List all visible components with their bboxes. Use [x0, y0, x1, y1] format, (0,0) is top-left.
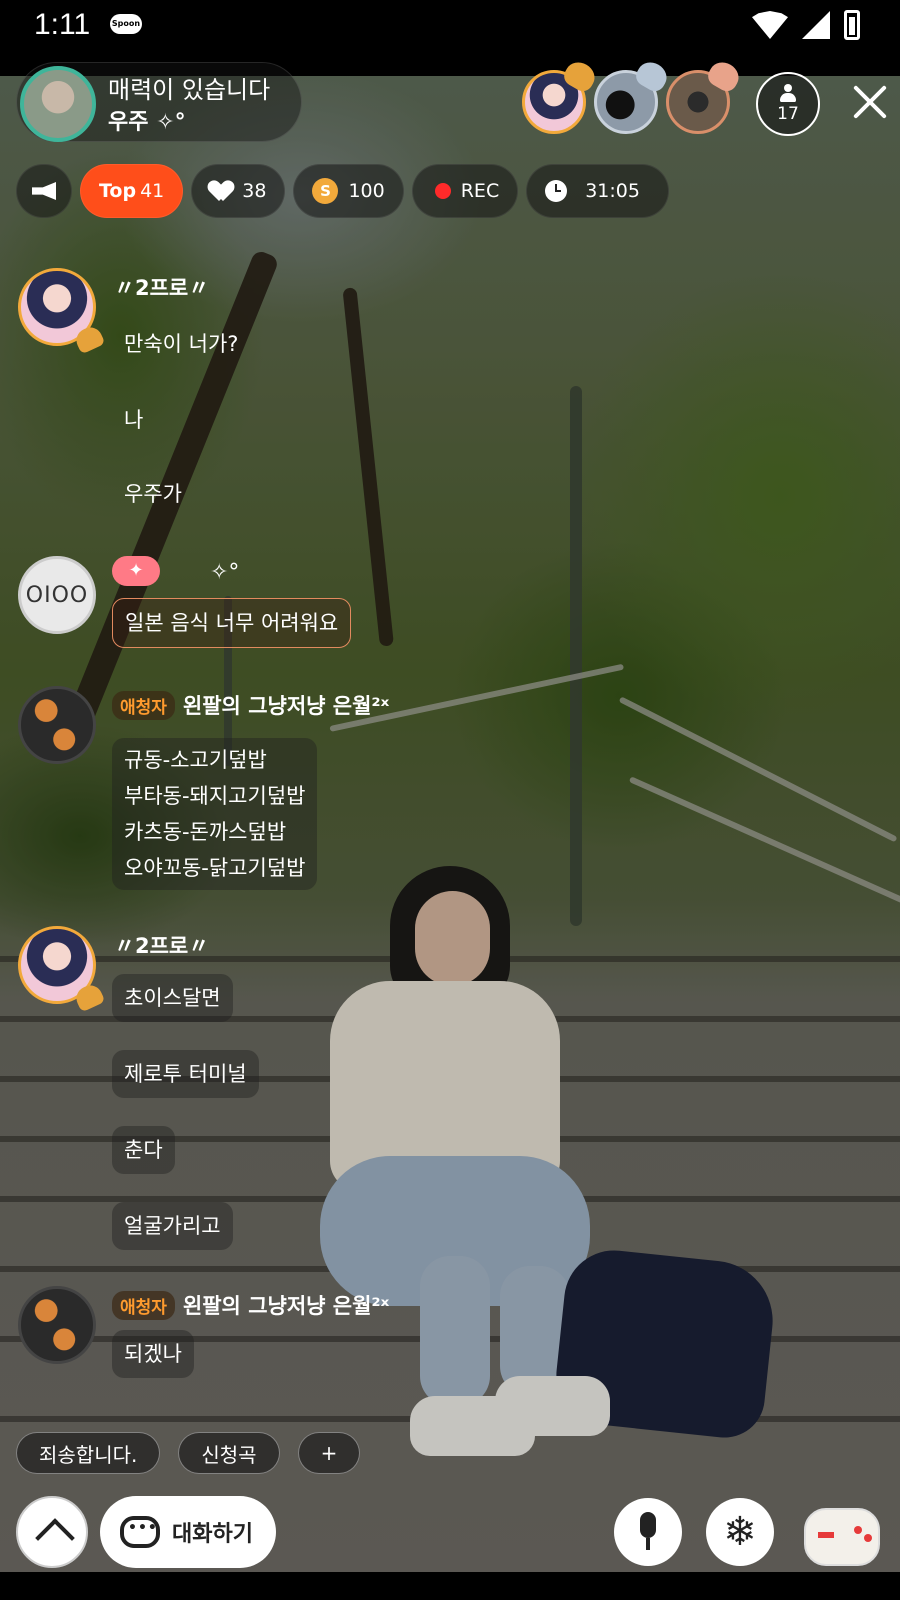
- chat-message: 일본 음식 너무 어려워요: [112, 598, 352, 648]
- chat-avatar[interactable]: [18, 1286, 96, 1364]
- chat-message: 제로투 터미널: [112, 1050, 259, 1098]
- announcement-button[interactable]: [16, 164, 72, 218]
- chat-line: 부타동-돼지고기덮밥: [124, 784, 306, 808]
- supporter-avatar[interactable]: [594, 57, 672, 134]
- live-title: 매력이 있습니다: [108, 76, 271, 104]
- add-quick-reply-button[interactable]: +: [297, 1432, 361, 1474]
- spoons-chip[interactable]: S 100: [293, 164, 404, 218]
- supporter-avatar[interactable]: [666, 57, 744, 134]
- elapsed-time: 31:05: [585, 180, 640, 202]
- quick-reply-button[interactable]: 죄송합니다.: [16, 1432, 161, 1474]
- role-badge: 애청자: [112, 1291, 175, 1320]
- top-value: 41: [140, 180, 165, 202]
- game-controller-button[interactable]: [804, 1508, 880, 1566]
- chat-nickname: 왼팔의 그냥저냥 은월²ˣ: [182, 694, 390, 718]
- megaphone-icon: [32, 182, 56, 200]
- chat-nickname[interactable]: 〃2프로〃: [114, 272, 209, 302]
- clock-icon: [545, 180, 568, 202]
- sparkle-icon: ✧°: [210, 560, 240, 585]
- record-dot-icon: [434, 183, 451, 199]
- quick-replies: 죄송합니다. 신청곡 +: [16, 1432, 361, 1474]
- supporter-avatar[interactable]: [522, 57, 600, 134]
- quick-reply-button[interactable]: 신청곡: [178, 1432, 280, 1474]
- wifi-icon: [752, 11, 788, 39]
- rec-label: REC: [460, 180, 500, 202]
- chat-message: 얼굴가리고: [112, 1202, 233, 1250]
- chat-message: 우주가: [124, 482, 182, 506]
- top-rank-chip[interactable]: Top 41: [80, 164, 184, 218]
- heart-icon: [210, 181, 232, 201]
- spoons-count: 100: [348, 180, 385, 202]
- person-icon: [780, 84, 796, 102]
- chat-bubble-icon: [120, 1516, 160, 1548]
- chat-line: 오야꼬동-닭고기덮밥: [124, 856, 306, 880]
- chat-button-label: 대화하기: [172, 1522, 253, 1547]
- chat-avatar[interactable]: OIOO: [18, 556, 96, 634]
- chat-line: 규동-소고기덮밥: [124, 748, 267, 772]
- microphone-button[interactable]: [614, 1498, 682, 1566]
- stats-row: Top 41 38 S 100 REC 31:05: [16, 164, 669, 218]
- chat-line: 카츠동-돈까스덮밥: [124, 820, 287, 844]
- viewer-count: 17: [777, 104, 799, 124]
- chat-nickname: 왼팔의 그냥저냥 은월²ˣ: [182, 1294, 390, 1318]
- chat-message: 나: [124, 408, 144, 432]
- chat-message: 만숙이 너가?: [124, 332, 239, 356]
- system-nav-bar: [0, 1572, 900, 1600]
- rec-chip[interactable]: REC: [411, 164, 519, 218]
- host-avatar[interactable]: [20, 66, 96, 142]
- role-badge: 애청자: [112, 691, 175, 720]
- battery-icon: [844, 10, 860, 40]
- chat-avatar[interactable]: [18, 686, 96, 764]
- sparkle-badge: ✦: [112, 556, 160, 586]
- viewer-count-button[interactable]: 17: [756, 72, 820, 136]
- chat-message: 춘다: [112, 1126, 175, 1174]
- signal-icon: [802, 11, 830, 39]
- spoon-app-icon: Spoon: [110, 14, 142, 34]
- clock-time: 1:11: [34, 8, 91, 41]
- snowflake-button[interactable]: ❄: [706, 1498, 774, 1566]
- expand-up-button[interactable]: [16, 1496, 88, 1568]
- chat-message: 되겠나: [112, 1330, 194, 1378]
- likes-count: 38: [242, 180, 267, 202]
- chat-message-block: 규동-소고기덮밥 부타동-돼지고기덮밥 카츠동-돈까스덮밥 오야꼬동-닭고기덮밥: [112, 738, 318, 890]
- chat-nickname[interactable]: 〃2프로〃: [114, 930, 209, 960]
- coin-icon: S: [312, 178, 339, 204]
- close-icon[interactable]: [850, 82, 890, 122]
- chat-message: 초이스달면: [112, 974, 233, 1022]
- likes-chip[interactable]: 38: [191, 164, 286, 218]
- top-supporters: [522, 57, 744, 134]
- top-label: Top: [99, 180, 137, 202]
- chat-nickname-row[interactable]: 애청자 왼팔의 그냥저냥 은월²ˣ: [112, 1290, 389, 1320]
- chat-input-button[interactable]: 대화하기: [100, 1496, 276, 1568]
- chat-nickname-row[interactable]: 애청자 왼팔의 그냥저냥 은월²ˣ: [112, 690, 389, 720]
- host-name: 우주 ✧°: [108, 110, 186, 135]
- timer-chip: 31:05: [526, 164, 669, 218]
